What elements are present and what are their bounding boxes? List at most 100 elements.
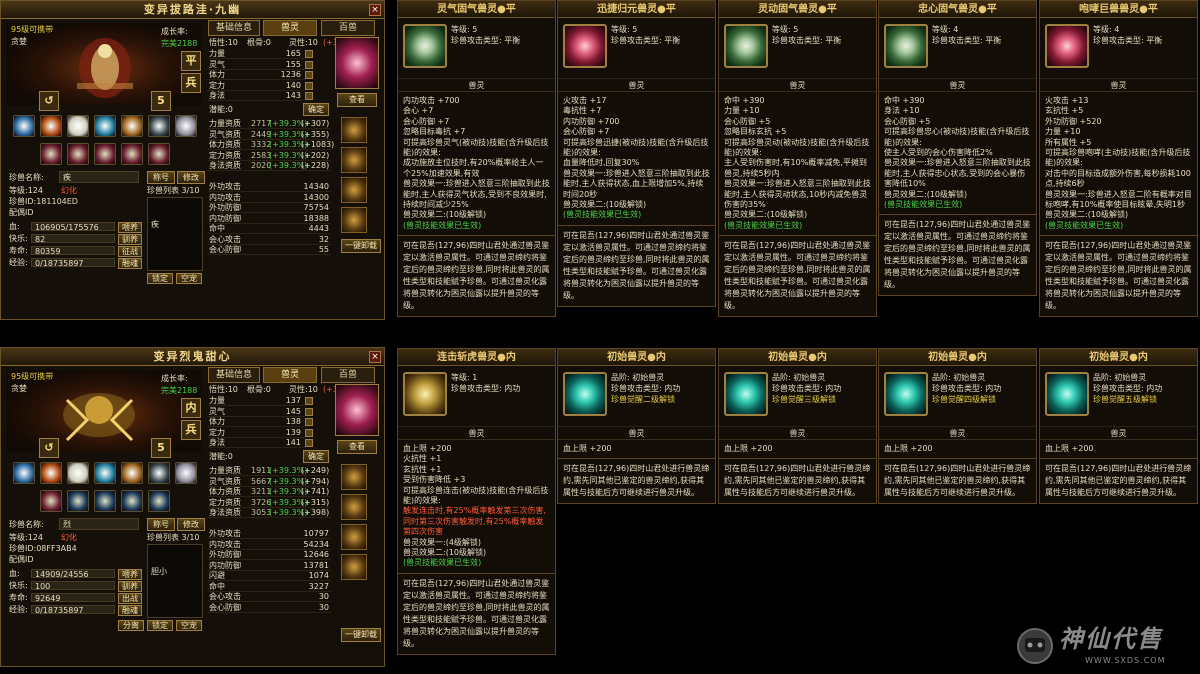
pet-list[interactable]: 疾 bbox=[147, 197, 203, 271]
attr-plus-icon[interactable] bbox=[305, 439, 313, 447]
attr-plus-icon[interactable] bbox=[305, 428, 313, 437]
pet-skill-icon[interactable] bbox=[40, 462, 62, 484]
pet-skill-icon[interactable] bbox=[148, 490, 170, 512]
modify-button[interactable]: 修改 bbox=[177, 171, 205, 184]
vital-action-button[interactable]: 驯养 bbox=[118, 234, 142, 245]
spirit-slot-icon[interactable] bbox=[341, 554, 367, 580]
side-button[interactable]: 兵 bbox=[181, 420, 201, 440]
pet-skill-icon[interactable] bbox=[148, 115, 170, 137]
pet-skill-icon[interactable] bbox=[94, 490, 116, 512]
tab-hundred-beasts[interactable]: 百兽 bbox=[321, 367, 375, 383]
close-icon[interactable]: × bbox=[369, 351, 381, 363]
spirit-slot-icon[interactable] bbox=[341, 464, 367, 490]
pet-skill-icon[interactable] bbox=[148, 462, 170, 484]
spirit-slot-icon[interactable] bbox=[341, 117, 367, 143]
pet-skill-icon[interactable] bbox=[121, 490, 143, 512]
aptitude-label: 力量资质 bbox=[209, 466, 241, 475]
bottom-button[interactable]: 锁定 bbox=[147, 620, 173, 631]
pet-skill-icon[interactable] bbox=[94, 143, 116, 165]
pet-skill-icon[interactable] bbox=[121, 462, 143, 484]
card-info-line: 珍兽攻击类型: 内功 bbox=[451, 384, 521, 393]
carry-level: 95级可携带 bbox=[11, 372, 54, 381]
tab-basic[interactable]: 基础信息 bbox=[208, 367, 260, 383]
bottom-button[interactable]: 空宠 bbox=[176, 620, 202, 631]
pet-skill-icon[interactable] bbox=[175, 115, 197, 137]
attr-plus-icon[interactable] bbox=[305, 407, 313, 416]
tab-hundred-beasts[interactable]: 百兽 bbox=[321, 20, 375, 36]
card-header: 等级: 5 珍兽攻击类型: 平衡 bbox=[558, 18, 715, 78]
pet-skill-icon[interactable] bbox=[121, 143, 143, 165]
attr-plus-icon[interactable] bbox=[305, 60, 313, 69]
vital-action-button[interactable]: 喂养 bbox=[118, 569, 142, 580]
attr-plus-icon[interactable] bbox=[305, 50, 313, 58]
bottom-button[interactable]: 分离 bbox=[118, 620, 144, 631]
attr-plus-icon[interactable] bbox=[305, 92, 313, 100]
view-button[interactable]: 查看 bbox=[337, 93, 377, 107]
card-title: 忠心固气兽灵●平 bbox=[879, 1, 1036, 18]
card-effect-line: 可提高珍兽连击(被动技)技能(含升级后技能)的效果: bbox=[403, 485, 549, 506]
tab-basic[interactable]: 基础信息 bbox=[208, 20, 260, 36]
tab-beast-spirit[interactable]: 兽灵 bbox=[263, 20, 317, 36]
attr-plus-icon[interactable] bbox=[305, 81, 313, 90]
side-button[interactable]: 内 bbox=[181, 398, 201, 418]
pet-skill-icon[interactable] bbox=[40, 115, 62, 137]
card-subtitle: 兽灵 bbox=[398, 426, 555, 440]
nickname-button[interactable]: 称号 bbox=[147, 171, 175, 184]
pet-skill-icon[interactable] bbox=[67, 143, 89, 165]
pet-skill-icon[interactable] bbox=[40, 143, 62, 165]
tab-beast-spirit[interactable]: 兽灵 bbox=[263, 367, 317, 383]
vital-action-button[interactable]: 喂养 bbox=[118, 222, 142, 233]
vital-action-button[interactable]: 融魂 bbox=[118, 258, 142, 269]
unload-all-button[interactable]: 一键卸载 bbox=[341, 628, 381, 642]
spirit-slot-icon[interactable] bbox=[341, 494, 367, 520]
equipped-spirit-icon[interactable] bbox=[335, 384, 379, 436]
vital-action-button[interactable]: 出战 bbox=[118, 593, 142, 604]
pet-list[interactable]: 胆小 bbox=[147, 544, 203, 618]
attr-plus-icon[interactable] bbox=[305, 397, 313, 405]
attr-plus-icon[interactable] bbox=[305, 71, 313, 79]
close-icon[interactable]: × bbox=[369, 4, 381, 16]
attr-plus-icon[interactable] bbox=[305, 418, 313, 426]
card-info: 等级: 4 珍兽攻击类型: 平衡 bbox=[1093, 24, 1162, 46]
pet-skill-icon[interactable] bbox=[13, 462, 35, 484]
pet-list-item[interactable]: 胆小 bbox=[151, 567, 167, 576]
pet-list-item[interactable]: 疾 bbox=[151, 220, 159, 229]
vital-action-button[interactable]: 驯养 bbox=[118, 581, 142, 592]
pet-skill-icon[interactable] bbox=[67, 490, 89, 512]
card-footer-text: 可在昆吾(127,96)四时山君处通过兽灵鉴定以激活兽灵属性。可通过兽灵缔约将鉴… bbox=[719, 235, 876, 316]
combat-label: 外功防御 bbox=[209, 550, 241, 559]
pet-skill-icon[interactable] bbox=[121, 115, 143, 137]
pet-skill-icon[interactable] bbox=[148, 143, 170, 165]
pet-skill-icon[interactable] bbox=[175, 462, 197, 484]
spirit-slot-icon[interactable] bbox=[341, 207, 367, 233]
pet-skill-icon[interactable] bbox=[67, 462, 89, 484]
confirm-button[interactable]: 确定 bbox=[303, 103, 329, 116]
equipped-spirit-icon[interactable] bbox=[335, 37, 379, 89]
spirit-slot-icon[interactable] bbox=[341, 147, 367, 173]
spirit-icon bbox=[403, 372, 447, 416]
pet-name-input[interactable] bbox=[59, 518, 139, 530]
side-button[interactable]: 平 bbox=[181, 51, 201, 71]
bottom-button[interactable]: 空宠 bbox=[176, 273, 202, 284]
spirit-slot-icon[interactable] bbox=[341, 524, 367, 550]
modify-button[interactable]: 修改 bbox=[177, 518, 205, 531]
confirm-button[interactable]: 确定 bbox=[303, 450, 329, 463]
view-button[interactable]: 查看 bbox=[337, 440, 377, 454]
nickname-button[interactable]: 称号 bbox=[147, 518, 175, 531]
pet-skill-icon[interactable] bbox=[67, 115, 89, 137]
side-button[interactable]: 兵 bbox=[181, 73, 201, 93]
pet-skill-icon[interactable] bbox=[94, 462, 116, 484]
rotate-left-icon[interactable]: ↺ bbox=[39, 438, 59, 458]
rotate-left-icon[interactable]: ↺ bbox=[39, 91, 59, 111]
pet-skill-icon[interactable] bbox=[40, 490, 62, 512]
pet-skill-icon[interactable] bbox=[94, 115, 116, 137]
unload-all-button[interactable]: 一键卸载 bbox=[341, 239, 381, 253]
vital-action-button[interactable]: 征战 bbox=[118, 246, 142, 257]
card-effect-line: 玄抗性 +1 bbox=[403, 464, 442, 474]
pet-name-input[interactable] bbox=[59, 171, 139, 183]
spirit-slot-icon[interactable] bbox=[341, 177, 367, 203]
bottom-button[interactable]: 锁定 bbox=[147, 273, 173, 284]
vital-action-button[interactable]: 融魂 bbox=[118, 605, 142, 616]
card-subtitle: 兽灵 bbox=[398, 78, 555, 92]
pet-skill-icon[interactable] bbox=[13, 115, 35, 137]
